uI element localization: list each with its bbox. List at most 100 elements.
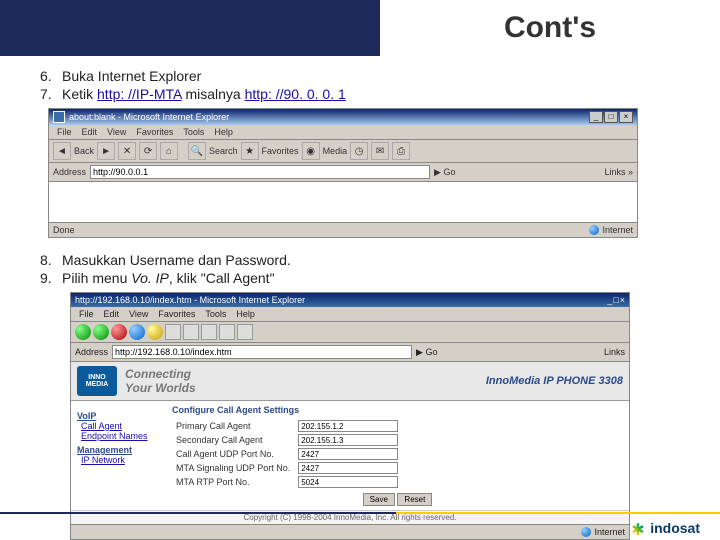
stop-button[interactable]: ✕ <box>118 142 136 160</box>
search-button[interactable]: 🔍 <box>188 142 206 160</box>
step-text: Buka Internet Explorer <box>62 68 201 84</box>
table-row: MTA Signaling UDP Port No. <box>172 461 402 475</box>
instruction-list: 6.Buka Internet Explorer 7.Ketik http: /… <box>40 68 680 102</box>
field-label: MTA RTP Port No. <box>172 475 294 489</box>
menu-tools[interactable]: Tools <box>179 127 208 137</box>
minimize-button[interactable]: _ <box>589 111 603 123</box>
address-input[interactable] <box>90 165 430 179</box>
history-button[interactable] <box>201 324 217 340</box>
home-button[interactable]: ⌂ <box>160 142 178 160</box>
menu-help[interactable]: Help <box>232 309 259 319</box>
banner-tagline: ConnectingYour Worlds <box>125 367 196 395</box>
home-button[interactable] <box>147 324 163 340</box>
field-label: MTA Signaling UDP Port No. <box>172 461 294 475</box>
back-button[interactable]: ◄ <box>53 142 71 160</box>
step-suffix: , klik "Call Agent" <box>169 270 275 286</box>
menu-edit[interactable]: Edit <box>78 127 102 137</box>
address-input[interactable] <box>112 345 412 359</box>
fav-label: Favorites <box>262 146 299 156</box>
forward-button[interactable]: ► <box>97 142 115 160</box>
menu-tools[interactable]: Tools <box>201 309 230 319</box>
ie1-titlebar: about:blank - Microsoft Internet Explore… <box>49 109 637 125</box>
menu-file[interactable]: File <box>75 309 98 319</box>
menu-edit[interactable]: Edit <box>100 309 124 319</box>
field-label: Call Agent UDP Port No. <box>172 447 294 461</box>
step-num: 6. <box>40 68 62 84</box>
step-mid: misalnya <box>182 86 245 102</box>
menu-view[interactable]: View <box>125 309 152 319</box>
menu-favorites[interactable]: Favorites <box>132 127 177 137</box>
forward-button[interactable] <box>93 324 109 340</box>
mail-button[interactable]: ✉ <box>371 142 389 160</box>
favorites-button[interactable]: ★ <box>241 142 259 160</box>
sidebar-heading-voip: VoIP <box>77 411 160 421</box>
close-button[interactable]: × <box>619 111 633 123</box>
ie1-title-text: about:blank - Microsoft Internet Explore… <box>69 112 229 122</box>
menu-favorites[interactable]: Favorites <box>154 309 199 319</box>
status-text: Done <box>53 225 75 235</box>
save-button[interactable]: Save <box>363 493 395 506</box>
close-button[interactable]: × <box>620 295 625 305</box>
menu-help[interactable]: Help <box>210 127 237 137</box>
step-9: 9.Pilih menu Vo. IP, klik "Call Agent" <box>40 270 680 286</box>
links-label[interactable]: Links » <box>604 167 633 177</box>
back-button[interactable] <box>75 324 91 340</box>
sidebar-link-ipnetwork[interactable]: IP Network <box>81 455 160 465</box>
globe-icon <box>589 225 599 235</box>
header-dark-bar <box>0 0 380 56</box>
media-label: Media <box>323 146 348 156</box>
mta-sig-port-input[interactable] <box>298 462 398 474</box>
link-ipmta[interactable]: http: //IP-MTA <box>97 86 182 102</box>
favorites-button[interactable] <box>183 324 199 340</box>
search-button[interactable] <box>165 324 181 340</box>
step-prefix: Ketik <box>62 86 97 102</box>
minimize-button[interactable]: _ <box>607 295 612 305</box>
config-table: Primary Call Agent Secondary Call Agent … <box>172 419 402 489</box>
maximize-button[interactable]: □ <box>613 295 618 305</box>
config-sidebar: VoIP Call Agent Endpoint Names Managemen… <box>71 401 166 510</box>
media-button[interactable]: ◉ <box>302 142 320 160</box>
go-button[interactable]: ▶ Go <box>434 167 455 178</box>
mta-rtp-port-input[interactable] <box>298 476 398 488</box>
menu-view[interactable]: View <box>103 127 130 137</box>
refresh-button[interactable]: ⟳ <box>139 142 157 160</box>
sidebar-link-endpoint[interactable]: Endpoint Names <box>81 431 160 441</box>
ie1-body <box>49 182 637 222</box>
links-label[interactable]: Links <box>604 347 625 357</box>
primary-ca-input[interactable] <box>298 420 398 432</box>
button-row: Save Reset <box>172 493 623 506</box>
maximize-button[interactable]: □ <box>604 111 618 123</box>
print-button[interactable]: ⎙ <box>392 142 410 160</box>
link-ipexample[interactable]: http: //90. 0. 0. 1 <box>245 86 346 102</box>
ie-window-2: http://192.168.0.10/index.htm - Microsof… <box>70 292 630 540</box>
ie2-toolbar <box>71 322 629 343</box>
ca-udp-port-input[interactable] <box>298 448 398 460</box>
reset-button[interactable]: Reset <box>397 493 432 506</box>
sidebar-link-callagent[interactable]: Call Agent <box>81 421 160 431</box>
ie2-menubar: File Edit View Favorites Tools Help <box>71 307 629 322</box>
instruction-list-2: 8.Masukkan Username dan Password. 9.Pili… <box>40 252 680 286</box>
content-area: 6.Buka Internet Explorer 7.Ketik http: /… <box>0 56 720 540</box>
table-row: MTA RTP Port No. <box>172 475 402 489</box>
print-button[interactable] <box>237 324 253 340</box>
field-label: Primary Call Agent <box>172 419 294 433</box>
secondary-ca-input[interactable] <box>298 434 398 446</box>
mail-button[interactable] <box>219 324 235 340</box>
ie2-titlebar: http://192.168.0.10/index.htm - Microsof… <box>71 293 629 307</box>
step-7: 7.Ketik http: //IP-MTA misalnya http: //… <box>40 86 680 102</box>
ie-icon <box>53 111 65 123</box>
zone-text: Internet <box>594 527 625 537</box>
refresh-button[interactable] <box>129 324 145 340</box>
ie2-statusbar: Internet <box>71 524 629 539</box>
window-buttons: _ □ × <box>589 111 633 123</box>
globe-icon <box>581 527 591 537</box>
brand-name: indosat <box>650 520 700 536</box>
step-6: 6.Buka Internet Explorer <box>40 68 680 84</box>
menu-file[interactable]: File <box>53 127 76 137</box>
history-button[interactable]: ◷ <box>350 142 368 160</box>
address-label: Address <box>75 347 108 357</box>
product-name: InnoMedia IP PHONE 3308 <box>486 375 623 387</box>
stop-button[interactable] <box>111 324 127 340</box>
go-button[interactable]: ▶ Go <box>416 347 437 358</box>
field-label: Secondary Call Agent <box>172 433 294 447</box>
